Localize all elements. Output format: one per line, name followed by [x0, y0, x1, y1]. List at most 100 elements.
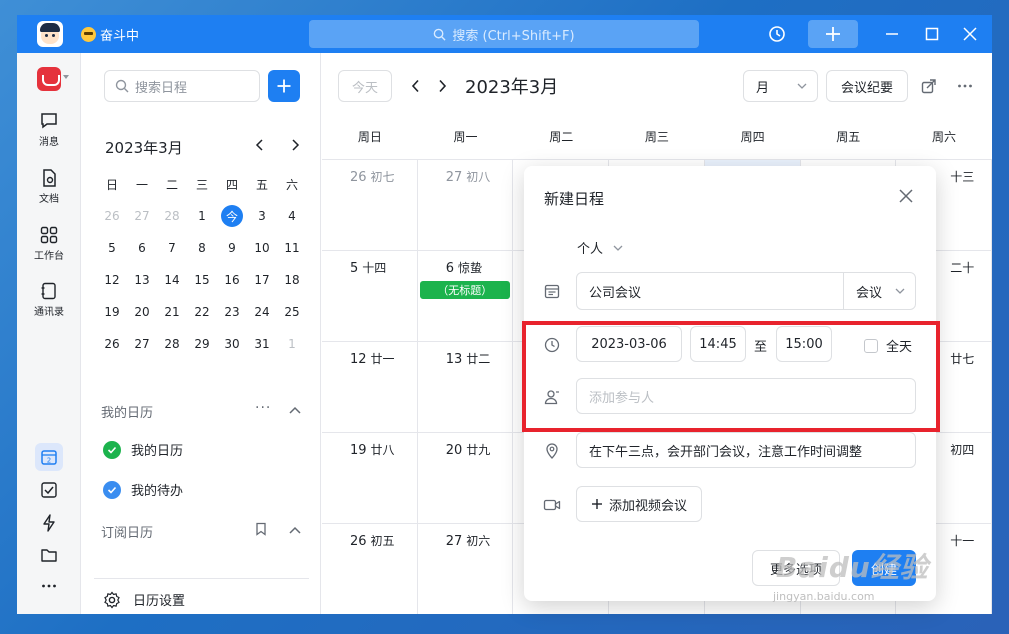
weekday-label: 日 — [105, 177, 118, 192]
schedule-search-input[interactable]: 搜索日程 — [104, 70, 260, 102]
nav-item-docs[interactable]: 文档 — [17, 168, 81, 205]
mini-day-cell[interactable]: 4 — [277, 200, 307, 232]
end-time-input[interactable]: 15:00 — [776, 326, 832, 362]
create-new-button[interactable] — [808, 20, 858, 48]
history-icon[interactable] — [766, 23, 788, 45]
mini-day-cell[interactable]: 31 — [247, 328, 277, 360]
mini-day-cell[interactable]: 11 — [277, 232, 307, 264]
month-day-cell[interactable]: 26 初七 — [322, 160, 418, 251]
mini-day-cell[interactable]: 5 — [97, 232, 127, 264]
bookmark-icon[interactable] — [254, 522, 268, 536]
add-video-meeting-button[interactable]: 添加视频会议 — [576, 486, 702, 522]
mini-day-cell[interactable]: 18 — [277, 264, 307, 296]
calendar-event[interactable]: （无标题） — [419, 281, 510, 299]
today-button[interactable]: 今天 — [338, 70, 392, 102]
month-day-cell[interactable]: 5 十四 — [322, 251, 418, 342]
meeting-minutes-button[interactable]: 会议纪要 — [826, 70, 908, 102]
mini-day-cell[interactable]: 29 — [187, 328, 217, 360]
mini-day-cell[interactable]: 20 — [127, 296, 157, 328]
mini-day-cell[interactable]: 8 — [187, 232, 217, 264]
mini-prev-month-button[interactable] — [250, 135, 270, 155]
mini-day-cell[interactable]: 26 — [97, 200, 127, 232]
lightning-icon[interactable] — [39, 513, 59, 533]
day-number: 26 — [350, 170, 367, 185]
calendar-item-my-todo[interactable]: 我的待办 — [103, 480, 183, 499]
chevron-up-icon[interactable] — [288, 403, 302, 417]
mini-day-cell[interactable]: 21 — [157, 296, 187, 328]
mini-day-cell[interactable]: 28 — [157, 200, 187, 232]
nav-item-label: 通讯录 — [34, 307, 64, 318]
more-dots-icon[interactable] — [956, 77, 974, 95]
attendees-input[interactable]: 添加参与人 — [576, 378, 916, 414]
nav-item-messages[interactable]: 消息 — [17, 111, 81, 148]
todo-icon[interactable] — [39, 480, 59, 500]
mini-day-cell[interactable]: 6 — [127, 232, 157, 264]
month-day-cell[interactable]: 19 廿八 — [322, 433, 418, 524]
month-day-cell[interactable]: 13 廿二 — [417, 342, 514, 433]
calendar-settings-button[interactable]: 日历设置 — [103, 590, 185, 609]
mini-day-cell[interactable]: 今 — [217, 200, 247, 232]
more-dots-icon[interactable]: ··· — [255, 400, 271, 416]
mini-day-cell[interactable]: 9 — [217, 232, 247, 264]
mini-day-cell[interactable]: 16 — [217, 264, 247, 296]
mini-day-cell[interactable]: 10 — [247, 232, 277, 264]
month-day-cell[interactable]: 20 廿九 — [417, 433, 514, 524]
calendar-item-my-calendar[interactable]: 我的日历 — [103, 440, 183, 459]
mini-day-cell[interactable]: 30 — [217, 328, 247, 360]
mini-day-cell[interactable]: 19 — [97, 296, 127, 328]
mini-day-cell[interactable]: 1 — [187, 200, 217, 232]
month-day-cell[interactable]: 27 初六 — [418, 524, 514, 614]
calendar-select[interactable]: 个人 — [577, 238, 623, 257]
user-status[interactable]: 奋斗中 — [81, 25, 139, 44]
dialog-close-button[interactable] — [896, 186, 916, 206]
next-month-button[interactable] — [432, 75, 452, 97]
share-window-icon[interactable] — [920, 77, 938, 95]
start-time-input[interactable]: 14:45 — [690, 326, 746, 362]
workspace-logo-icon[interactable] — [37, 67, 61, 91]
day-label: 十三 — [946, 168, 974, 185]
mini-day-cell[interactable]: 28 — [157, 328, 187, 360]
location-input[interactable]: 在下午三点，会开部门会议，注意工作时间调整 — [576, 432, 916, 468]
folder-icon[interactable] — [39, 545, 59, 565]
more-dots-icon[interactable] — [39, 576, 59, 596]
mini-day-cell[interactable]: 15 — [187, 264, 217, 296]
mini-day-cell[interactable]: 3 — [247, 200, 277, 232]
mini-day-cell[interactable]: 13 — [127, 264, 157, 296]
mini-day-cell[interactable]: 26 — [97, 328, 127, 360]
date-input[interactable]: 2023-03-06 — [576, 326, 682, 362]
mini-day-cell[interactable]: 23 — [217, 296, 247, 328]
mini-day-cell[interactable]: 22 — [187, 296, 217, 328]
nav-item-workbench[interactable]: 工作台 — [17, 225, 81, 262]
all-day-checkbox[interactable]: 全天 — [864, 336, 912, 355]
view-select[interactable]: 月 — [743, 70, 818, 102]
user-avatar[interactable] — [37, 21, 63, 47]
global-search-input[interactable]: 搜索 (Ctrl+Shift+F) — [309, 20, 699, 48]
mini-day-cell[interactable]: 24 — [247, 296, 277, 328]
mini-day-cell[interactable]: 14 — [157, 264, 187, 296]
week-header-label: 周六 — [931, 130, 956, 144]
prev-month-button[interactable] — [406, 75, 426, 97]
mini-day-cell[interactable]: 17 — [247, 264, 277, 296]
chevron-down-icon[interactable] — [63, 75, 69, 79]
close-icon[interactable] — [959, 23, 981, 45]
mini-day-cell[interactable]: 1 — [277, 328, 307, 360]
minimize-icon[interactable] — [881, 23, 903, 45]
add-schedule-button[interactable] — [268, 70, 300, 102]
month-day-cell[interactable]: 26 初五 — [322, 524, 418, 614]
mini-day-cell[interactable]: 27 — [127, 200, 157, 232]
mini-day-cell[interactable]: 12 — [97, 264, 127, 296]
mini-day-cell[interactable]: 7 — [157, 232, 187, 264]
chevron-up-icon[interactable] — [288, 523, 302, 537]
mini-day-cell[interactable]: 27 — [127, 328, 157, 360]
nav-item-calendar[interactable]: 2 — [35, 443, 63, 471]
schedule-type-select[interactable]: 会议 — [843, 273, 915, 309]
month-day-cell[interactable]: 6 惊蛰 （无标题） — [417, 251, 514, 342]
maximize-icon[interactable] — [921, 23, 943, 45]
nav-item-contacts[interactable]: 通讯录 — [17, 281, 81, 318]
calendar-icon — [543, 282, 561, 300]
month-day-cell[interactable]: 12 廿一 — [322, 342, 418, 433]
mini-next-month-button[interactable] — [285, 135, 305, 155]
month-day-cell[interactable]: 27 初八 — [417, 160, 514, 251]
avatar-eye — [52, 34, 55, 37]
mini-day-cell[interactable]: 25 — [277, 296, 307, 328]
